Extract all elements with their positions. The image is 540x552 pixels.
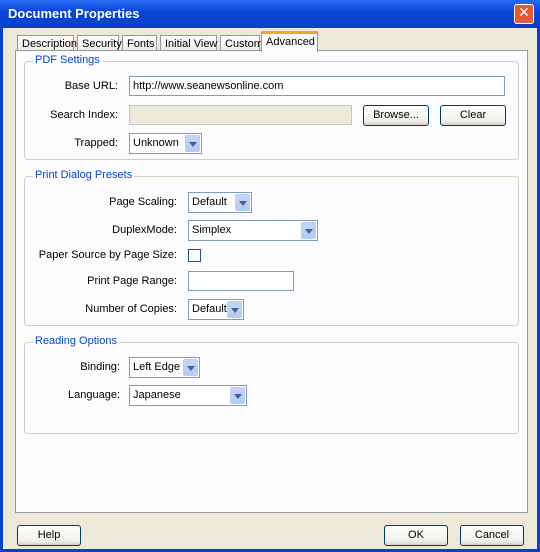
trapped-value: Unknown [133,137,179,149]
duplex-mode-select[interactable]: Simplex [188,220,318,241]
help-button[interactable]: Help [17,525,81,546]
page-scaling-label: Page Scaling: [109,196,177,208]
base-url-label: Base URL: [64,80,118,92]
language-select[interactable]: Japanese [129,385,247,406]
paper-source-checkbox[interactable] [188,249,201,262]
base-url-field[interactable]: http://www.seanewsonline.com [129,76,505,96]
advanced-panel: PDF Settings Base URL: http://www.seanew… [15,50,528,513]
title-bar[interactable]: Document Properties ✕ [0,0,540,28]
pdf-settings-group: PDF Settings Base URL: http://www.seanew… [24,54,519,160]
page-scaling-select[interactable]: Default [188,192,252,213]
tab-advanced[interactable]: Advanced [261,31,318,52]
binding-label: Binding: [80,361,120,373]
print-page-range-label: Print Page Range: [87,275,177,287]
document-properties-window: Document Properties ✕ Description Securi… [0,0,540,552]
tab-description[interactable]: Description [17,35,77,51]
number-of-copies-select[interactable]: Default [188,299,244,320]
chevron-down-icon[interactable] [230,387,245,404]
tab-fonts[interactable]: Fonts [122,35,157,51]
chevron-down-icon[interactable] [183,359,198,376]
tab-initial-view[interactable]: Initial View [160,35,217,51]
reading-options-group: Reading Options Binding: Left Edge Langu… [24,335,519,434]
search-index-field [129,105,352,125]
cancel-button[interactable]: Cancel [460,525,524,546]
number-of-copies-value: Default [192,303,227,315]
language-label: Language: [68,389,120,401]
chevron-down-icon[interactable] [185,135,200,152]
chevron-down-icon[interactable] [301,222,316,239]
duplex-mode-value: Simplex [192,224,232,236]
close-icon[interactable]: ✕ [514,4,534,24]
print-presets-legend: Print Dialog Presets [33,169,135,181]
duplex-mode-label: DuplexMode: [112,224,177,236]
print-page-range-field[interactable] [188,271,294,291]
clear-button[interactable]: Clear [440,105,506,126]
chevron-down-icon[interactable] [235,194,250,211]
search-index-label: Search Index: [50,109,118,121]
reading-options-legend: Reading Options [33,335,119,347]
page-scaling-value: Default [192,196,227,208]
tab-security[interactable]: Security [77,35,122,51]
binding-value: Left Edge [133,361,181,373]
chevron-down-icon[interactable] [227,301,242,318]
print-dialog-presets-group: Print Dialog Presets Page Scaling: Defau… [24,169,519,326]
language-value: Japanese [133,389,181,401]
tab-custom[interactable]: Custom [220,35,263,51]
binding-select[interactable]: Left Edge [129,357,200,378]
trapped-select[interactable]: Unknown [129,133,202,154]
window-title: Document Properties [8,6,140,21]
ok-button[interactable]: OK [384,525,448,546]
number-of-copies-label: Number of Copies: [85,303,177,315]
paper-source-label: Paper Source by Page Size: [38,249,177,261]
trapped-label: Trapped: [74,137,118,149]
pdf-settings-legend: PDF Settings [33,54,102,66]
browse-button[interactable]: Browse... [363,105,429,126]
dialog-client: Description Security Fonts Initial View … [3,28,537,549]
